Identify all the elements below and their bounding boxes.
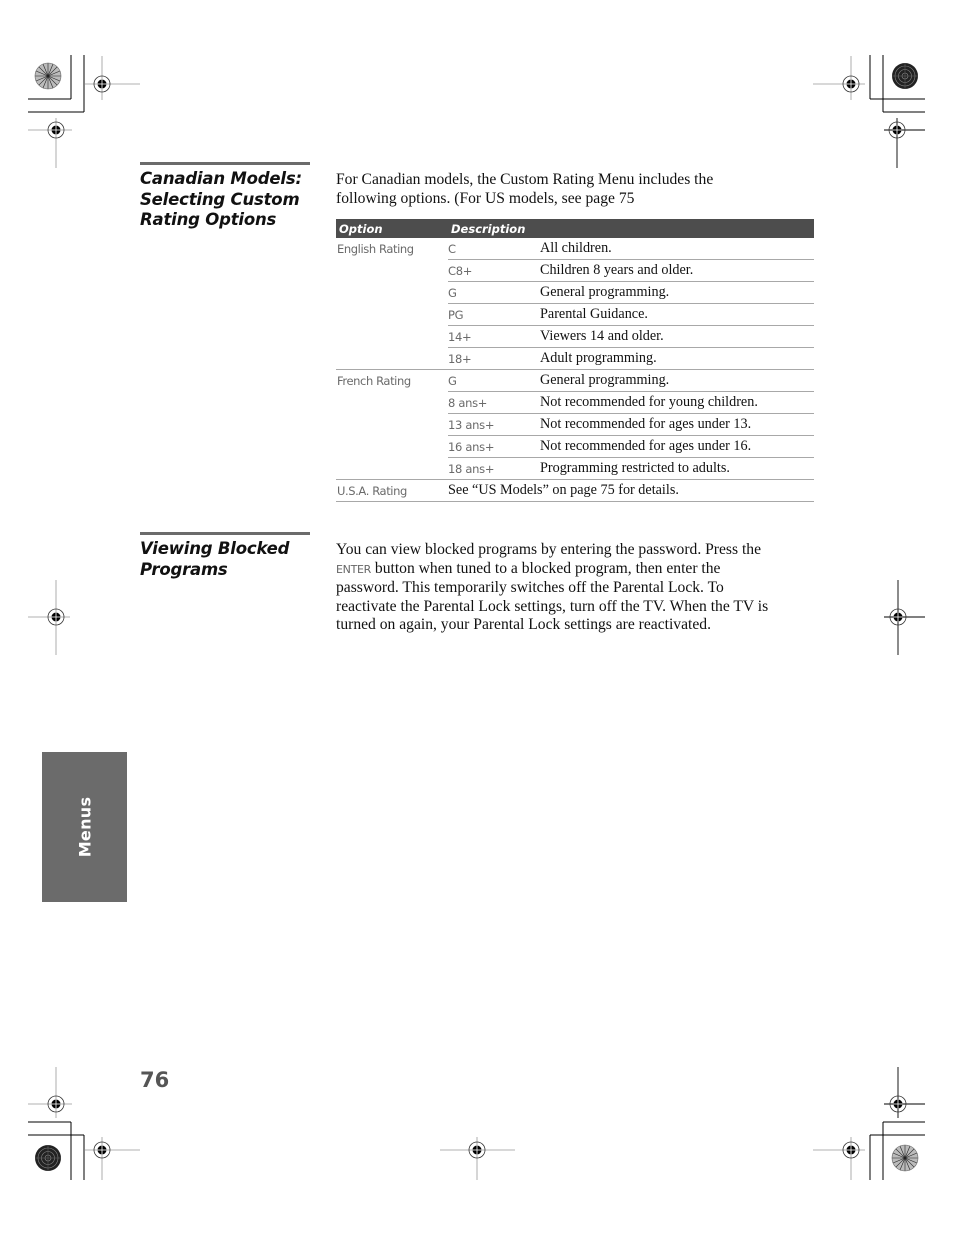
color-bar-sunburst-icon — [34, 1144, 62, 1172]
color-bar-sunburst-icon — [891, 1144, 919, 1172]
color-bar-sunburst-icon — [891, 62, 919, 90]
color-bar-sunburst-icon — [34, 62, 62, 90]
printer-marks — [28, 55, 925, 1180]
